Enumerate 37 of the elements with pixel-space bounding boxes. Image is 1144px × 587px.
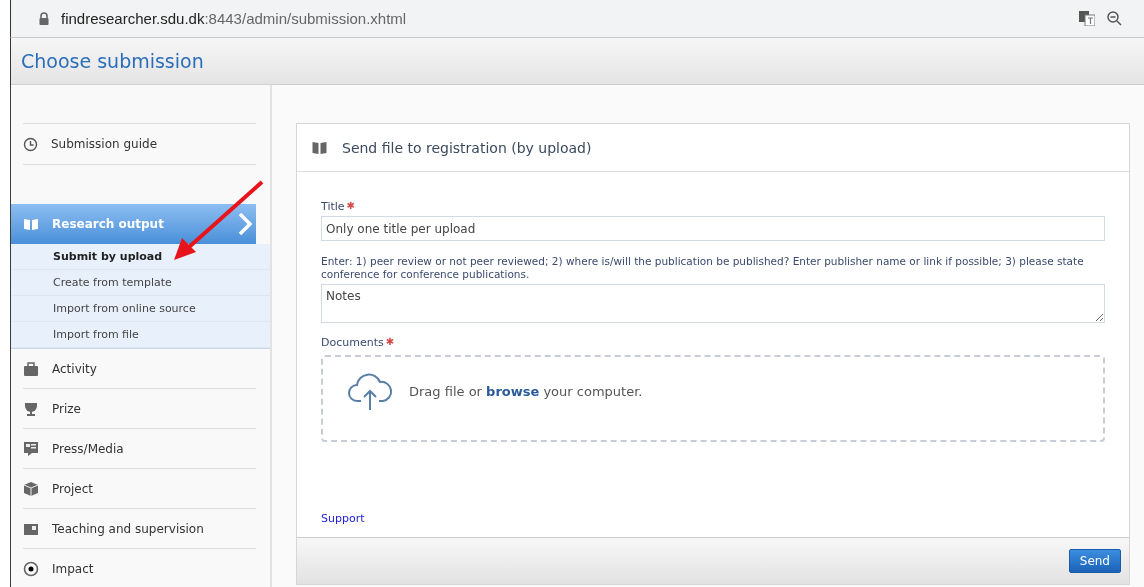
trophy-icon — [23, 400, 39, 417]
clock-icon — [23, 136, 38, 152]
field-label: Title — [321, 200, 345, 213]
target-icon — [23, 560, 39, 577]
newspaper-icon — [23, 440, 39, 457]
help-text: Enter: 1) peer review or not peer reviewed; 2) where is/will the publication be published? Enter publisher name or link if possible; 3) please state conference for conference publications. — [321, 255, 1085, 281]
sidebar-item[interactable]: Press/Media — [23, 429, 256, 469]
submenu-item[interactable]: Import from online source — [11, 296, 270, 322]
briefcase-icon — [23, 360, 39, 377]
sidebar-item[interactable]: Project — [23, 469, 256, 509]
field-label: Documents — [321, 336, 384, 349]
book-icon — [23, 216, 39, 232]
sidebar-item[interactable]: Submission guide — [23, 123, 256, 165]
notes-textarea[interactable]: Notes — [321, 284, 1105, 323]
url-text[interactable]: findresearcher.sdu.dk:8443/admin/submission.xhtml — [61, 10, 407, 27]
sidebar-item[interactable]: Activity — [23, 349, 256, 389]
sidebar-item[interactable]: Teaching and supervision — [23, 509, 256, 549]
cube-icon — [23, 480, 39, 497]
translate-icon[interactable] — [1079, 11, 1095, 26]
submenu-item[interactable]: Create from template — [11, 270, 270, 296]
page-title: Choose submission — [21, 50, 204, 72]
sidebar-item[interactable]: Impact — [23, 549, 256, 587]
cloud-upload-icon — [347, 372, 393, 411]
send-button[interactable]: Send — [1068, 549, 1121, 573]
support-link[interactable]: Support — [321, 512, 365, 525]
required-mark: ✱ — [385, 336, 395, 349]
drop-instructions: Drag file or browse your computer. — [409, 384, 643, 399]
lock-icon — [39, 12, 49, 25]
sidebar-item[interactable]: Prize — [23, 389, 256, 429]
title-input[interactable]: Only one title per upload — [321, 216, 1105, 241]
chevron-right-icon — [238, 212, 252, 236]
required-mark: ✱ — [346, 200, 355, 213]
book-icon — [311, 140, 328, 155]
zoom-out-icon[interactable] — [1107, 11, 1122, 26]
file-drop-zone[interactable]: Drag file or browse your computer. — [321, 355, 1105, 442]
panel-title: Send file to registration (by upload) — [342, 139, 592, 156]
submenu-item[interactable]: Import from file — [11, 322, 270, 348]
